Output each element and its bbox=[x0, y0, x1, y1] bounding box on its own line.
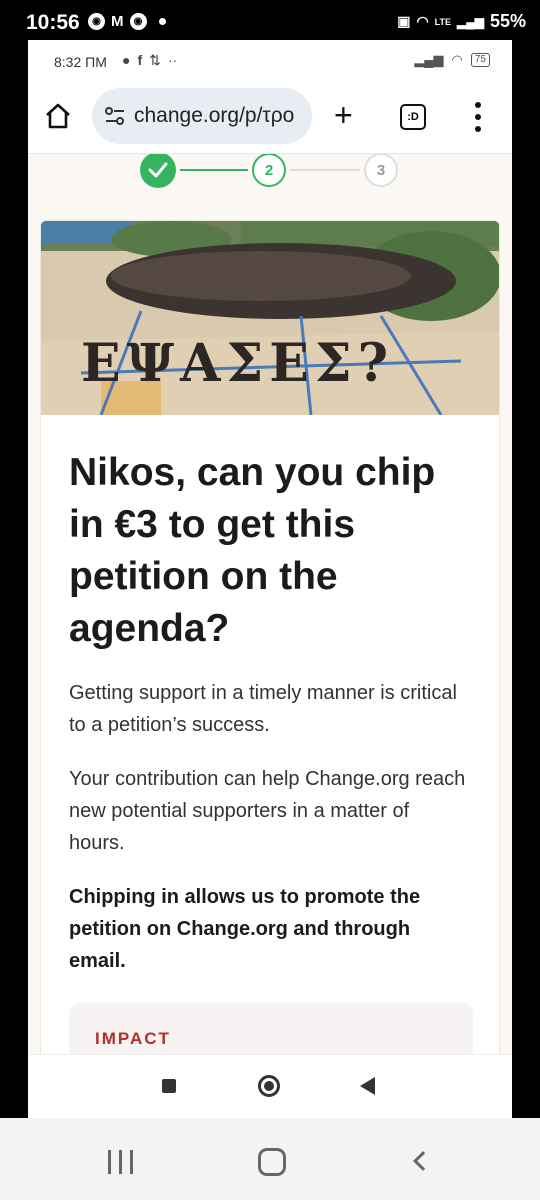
battery-percent: 55% bbox=[489, 11, 526, 31]
device-navigation-bar bbox=[0, 1118, 540, 1200]
paragraph-contribution: Your contribution can help Change.org re… bbox=[69, 768, 466, 854]
inner-signal-icon: ▂▄▆ bbox=[414, 52, 444, 67]
inner-time: 8:32 ΠΜ bbox=[54, 54, 107, 70]
recent-apps-button[interactable] bbox=[162, 1079, 176, 1093]
impact-section: IMPACT bbox=[69, 1003, 473, 1054]
paragraph-timely-support: Getting support in a timely manner is cr… bbox=[69, 682, 457, 736]
site-settings-icon[interactable] bbox=[104, 105, 126, 127]
url-text[interactable]: change.org/p/τρο bbox=[134, 104, 294, 128]
browser-toolbar: change.org/p/τρο + :D bbox=[28, 80, 512, 154]
impact-label: IMPACT bbox=[95, 1029, 171, 1048]
gmail-icon: M bbox=[111, 13, 124, 30]
photo-text: ΕΨΑΣΕΣ? bbox=[81, 333, 394, 394]
network-label: LTE bbox=[434, 16, 451, 27]
signal-icon: ▂▄▆ bbox=[457, 14, 484, 29]
step-1-complete bbox=[140, 154, 176, 188]
inner-status-bar: 8:32 ΠΜ ● f ⇅ ·· ▂▄▆ ◠ 75 bbox=[28, 40, 512, 80]
more-notifications-dot bbox=[158, 18, 166, 25]
petition-photo: ΕΨΑΣΕΣ? bbox=[41, 221, 499, 415]
address-bar[interactable]: change.org/p/τρο bbox=[92, 88, 312, 144]
device-time: 10:56 bbox=[26, 11, 80, 34]
device-back-button[interactable] bbox=[413, 1151, 433, 1171]
inner-battery-icon: 75 bbox=[470, 53, 490, 67]
device-home-button[interactable] bbox=[258, 1148, 286, 1176]
back-button[interactable] bbox=[360, 1077, 375, 1095]
screenshot-frame: 8:32 ΠΜ ● f ⇅ ·· ▂▄▆ ◠ 75 change.org/p/τ… bbox=[28, 40, 512, 1118]
device-system-icons: ▣ ◠ LTE ▂▄▆ 55% bbox=[397, 11, 526, 32]
more-icon: ·· bbox=[167, 52, 178, 68]
step-line-2 bbox=[290, 169, 360, 171]
device-recent-apps-button[interactable] bbox=[108, 1150, 133, 1174]
lock-icon: ▣ bbox=[397, 13, 411, 29]
messenger-icon: ● bbox=[122, 52, 131, 68]
home-button[interactable] bbox=[258, 1075, 280, 1097]
step-line-1 bbox=[180, 169, 248, 171]
chrome-icon: ◉ bbox=[88, 13, 105, 30]
notification-icons: ◉ M ◉ bbox=[88, 13, 166, 30]
chrome-icon-2: ◉ bbox=[129, 13, 147, 30]
check-icon bbox=[148, 162, 168, 178]
page-content: 2 3 ΕΨΑΣΕΣ? Nikos, can you chip in €3 to… bbox=[28, 154, 512, 1054]
tab-switcher-button[interactable]: :D bbox=[400, 104, 426, 130]
petition-card: ΕΨΑΣΕΣ? Nikos, can you chip in €3 to get… bbox=[40, 220, 500, 1054]
home-icon[interactable] bbox=[44, 102, 72, 130]
inner-wifi-icon: ◠ bbox=[451, 52, 463, 67]
progress-stepper: 2 3 bbox=[140, 154, 400, 188]
new-tab-button[interactable]: + bbox=[334, 98, 353, 132]
step-3: 3 bbox=[364, 154, 398, 187]
paragraph-promote: Chipping in allows us to promote the pet… bbox=[69, 886, 421, 972]
page-title: Nikos, can you chip in €3 to get this pe… bbox=[69, 451, 436, 650]
facebook-icon: f bbox=[137, 52, 143, 68]
retweet-icon: ⇅ bbox=[149, 52, 161, 68]
inner-system-icons: ▂▄▆ ◠ 75 bbox=[414, 52, 490, 68]
inner-navigation-bar bbox=[28, 1054, 512, 1118]
more-menu-icon[interactable] bbox=[474, 102, 482, 132]
wifi-icon: ◠ bbox=[416, 13, 429, 29]
inner-notification-icons: ● f ⇅ ·· bbox=[122, 52, 177, 69]
step-2: 2 bbox=[252, 154, 286, 187]
